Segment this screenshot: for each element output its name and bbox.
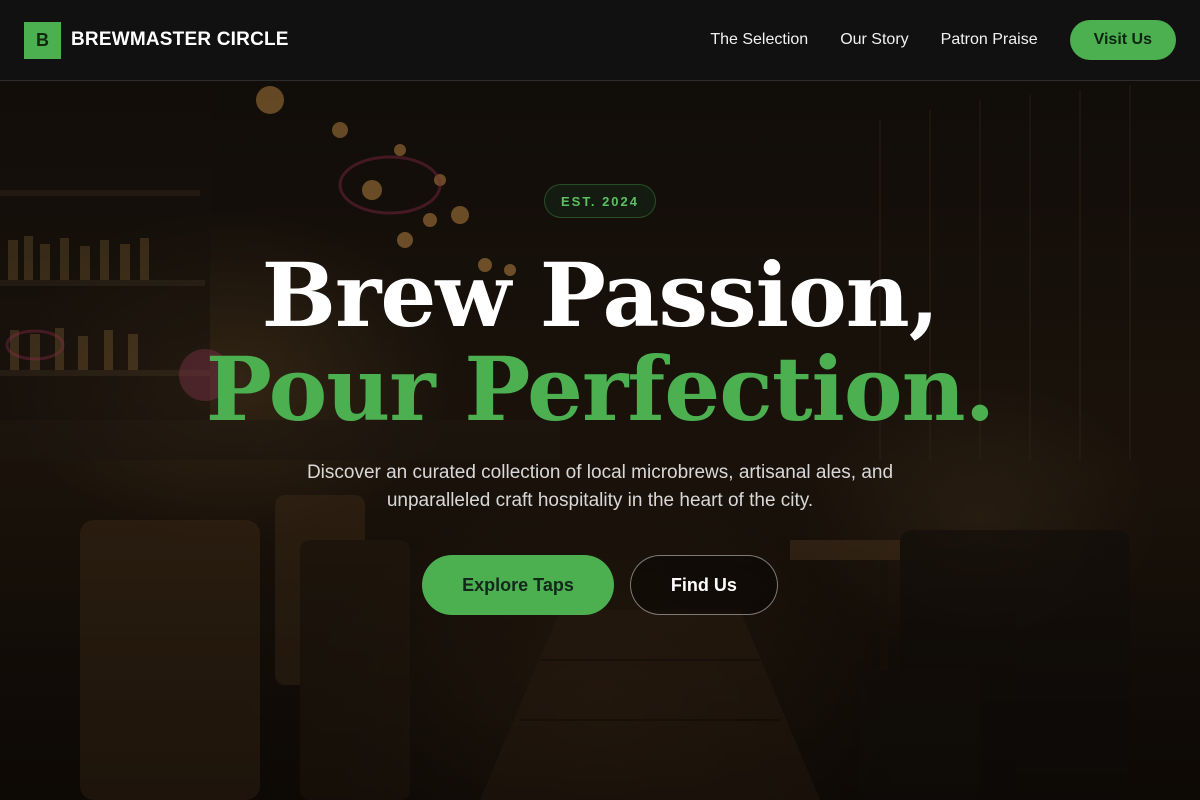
site-header: B BREWMASTER CIRCLE The Selection Our St… [0,0,1200,81]
hero-actions: Explore Taps Find Us [0,555,1200,615]
headline-line-2: Pour Perfection. [205,337,995,441]
brand-logo[interactable]: B BREWMASTER CIRCLE [24,21,289,59]
main-nav: The Selection Our Story Patron Praise Vi… [678,20,1176,60]
hero-subtitle: Discover an curated collection of local … [306,462,894,511]
headline-line-1: Brew Passion, [261,243,940,347]
hero-headline: Brew Passion, Pour Perfection. [0,248,1200,436]
explore-taps-button[interactable]: Explore Taps [422,555,614,615]
brand-name: BREWMASTER CIRCLE [71,29,289,50]
visit-us-button[interactable]: Visit Us [1069,20,1176,60]
hero-section: EST. 2024 Brew Passion, Pour Perfection.… [0,81,1200,800]
brand-mark-icon: B [24,21,61,59]
nav-link-patron-praise[interactable]: Patron Praise [941,31,1038,49]
nav-link-the-selection[interactable]: The Selection [710,31,808,49]
find-us-button[interactable]: Find Us [629,555,778,615]
nav-link-our-story[interactable]: Our Story [840,31,908,49]
established-badge: EST. 2024 [544,184,656,218]
